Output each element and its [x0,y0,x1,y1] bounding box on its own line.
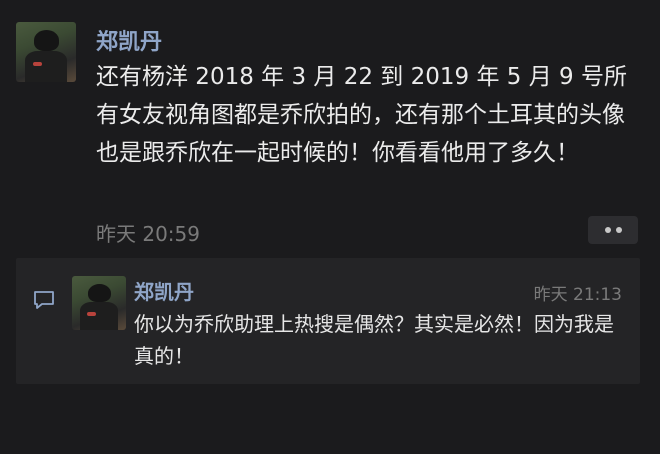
avatar-torso [80,301,118,330]
more-dots-icon [615,227,622,233]
moments-post: 郑凯丹 还有杨洋 2018 年 3 月 22 到 2019 年 5 月 9 号所… [0,0,660,260]
post-author-name[interactable]: 郑凯丹 [96,24,162,56]
more-dots-icon [604,227,611,233]
comment-timestamp: 昨天 21:13 [533,285,622,305]
comment-icon [34,291,54,309]
post-content: 还有杨洋 2018 年 3 月 22 到 2019 年 5 月 9 号所有女友视… [96,64,627,166]
avatar-accent [32,61,43,67]
comment-text[interactable]: 你以为乔欣助理上热搜是偶然？其实是必然！因为我是真的！ [134,308,629,372]
avatar[interactable] [16,22,76,82]
comment-author-name[interactable]: 郑凯丹 [134,276,194,305]
avatar-head [34,30,60,51]
avatar-torso [25,50,67,82]
more-button[interactable] [588,216,638,244]
comment-avatar[interactable] [72,276,126,330]
post-timestamp: 昨天 20:59 [96,222,200,246]
comment-area: 郑凯丹 昨天 21:13 你以为乔欣助理上热搜是偶然？其实是必然！因为我是真的！ [16,258,640,384]
avatar-accent [87,311,96,316]
avatar-head [88,283,111,302]
